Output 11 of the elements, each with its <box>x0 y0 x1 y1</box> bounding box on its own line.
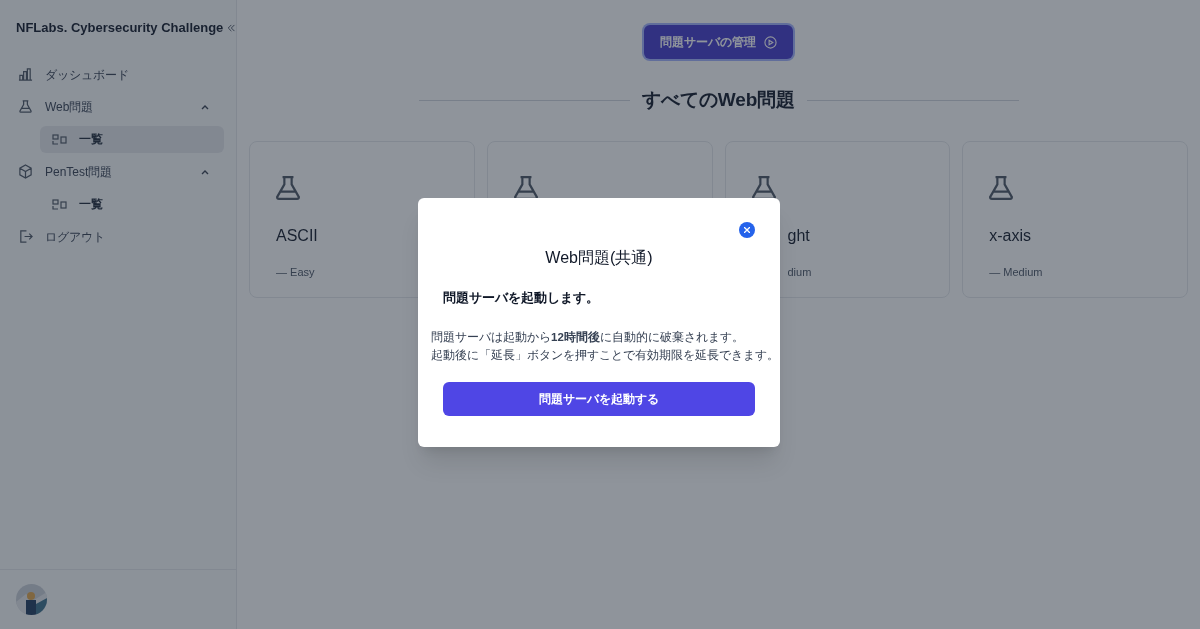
difficulty-label: — Easy <box>276 264 316 280</box>
section-heading: すべてのWeb問題 <box>641 88 796 112</box>
card-title: ASCII <box>276 225 319 246</box>
card-title: x-axis <box>989 225 1033 246</box>
modal-title: Web問題(共通) <box>544 248 654 268</box>
difficulty-label: dium <box>787 264 813 280</box>
difficulty-label: — Medium <box>989 264 1044 280</box>
card-title: ght <box>787 225 811 246</box>
modal-text: 問題サーバは起動から12時間後に自動的に破棄されます。 <box>431 329 745 345</box>
app-title: NFLabs. Cybersecurity Challenge <box>16 19 224 37</box>
modal-text: 起動後に「延長」ボタンを押すことで有効期限を延長できます。 <box>431 347 779 363</box>
